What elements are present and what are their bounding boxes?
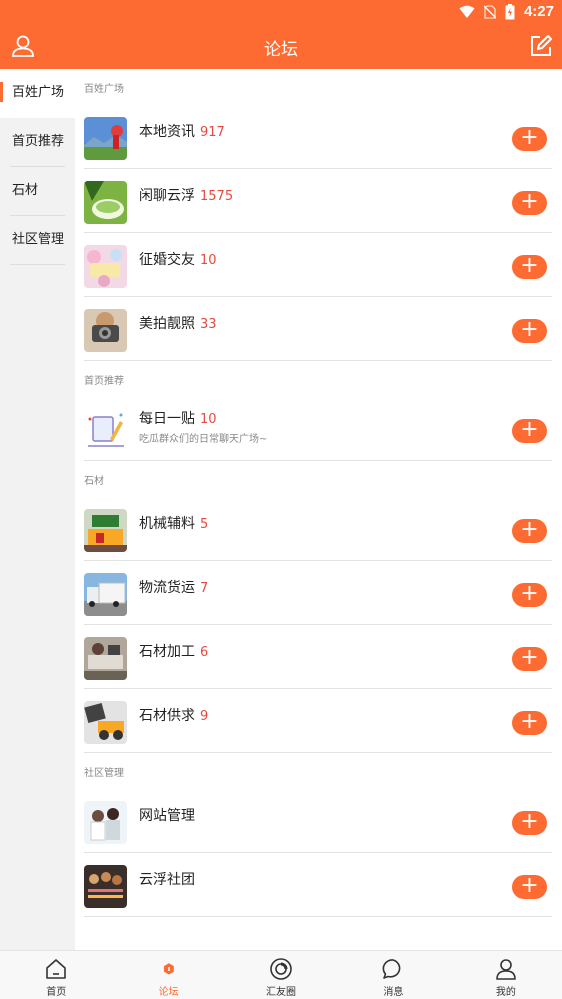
- forum-name: 征婚交友: [139, 252, 195, 268]
- add-forum-button[interactable]: +: [512, 875, 547, 899]
- post-count: 10: [200, 253, 217, 268]
- forum-name: 物流货运: [139, 580, 195, 596]
- add-forum-button[interactable]: +: [512, 127, 547, 151]
- forum-row[interactable]: 机械辅料 5 +: [84, 497, 552, 561]
- status-bar: 4:27: [0, 0, 562, 24]
- forum-name: 闲聊云浮: [139, 188, 195, 204]
- section-title: 首页推荐: [84, 376, 124, 387]
- bottom-navigation: 首页 论坛 汇友圈 消息 我的: [0, 950, 562, 999]
- sidebar-item-label: 首页推荐: [12, 134, 65, 149]
- nav-label: 消息: [383, 987, 404, 998]
- sidebar-item-community-admin[interactable]: 社区管理: [10, 216, 65, 265]
- sidebar-item-label: 石材: [12, 183, 39, 198]
- add-forum-button[interactable]: +: [512, 419, 547, 443]
- forum-thumbnail: [84, 801, 127, 844]
- forum-thumbnail: [84, 117, 127, 160]
- forum-name: 美拍靓照: [139, 316, 195, 332]
- forum-row[interactable]: 本地资讯 917 +: [84, 105, 552, 169]
- status-time: 4:27: [523, 3, 554, 20]
- add-forum-button[interactable]: +: [512, 519, 547, 543]
- forum-thumbnail: [84, 181, 127, 224]
- add-forum-button[interactable]: +: [512, 711, 547, 735]
- post-count: 1575: [200, 189, 234, 204]
- forum-row[interactable]: 美拍靓照 33 +: [84, 297, 552, 361]
- post-count: 9: [200, 709, 209, 724]
- forum-name: 本地资讯: [139, 124, 195, 140]
- nav-moments[interactable]: 汇友圈: [225, 951, 337, 999]
- sidebar-item-homepage-recommend[interactable]: 首页推荐: [10, 118, 65, 167]
- forum-row[interactable]: 征婚交友 10 +: [84, 233, 552, 297]
- forum-row[interactable]: 闲聊云浮 1575 +: [84, 169, 552, 233]
- section-title: 石材: [84, 476, 104, 487]
- section-title: 百姓广场: [84, 84, 124, 95]
- message-icon: [382, 959, 401, 979]
- forum-row[interactable]: 每日一贴 10 吃瓜群众们的日常聊天广场~ +: [84, 397, 552, 461]
- sidebar-item-baixing[interactable]: 百姓广场: [0, 69, 75, 118]
- add-forum-button[interactable]: +: [512, 191, 547, 215]
- edit-icon[interactable]: [529, 34, 553, 58]
- battery-icon: [505, 3, 515, 19]
- nav-label: 汇友圈: [266, 987, 297, 998]
- forum-thumbnail: [84, 309, 127, 352]
- moments-icon: [270, 958, 292, 980]
- nav-forum[interactable]: 论坛: [112, 951, 224, 999]
- forum-name: 每日一贴: [139, 411, 195, 427]
- post-count: 33: [200, 317, 217, 332]
- post-count: 10: [200, 412, 217, 427]
- forum-thumbnail: [84, 701, 127, 744]
- nav-label: 论坛: [158, 987, 179, 998]
- sidebar-item-label: 百姓广场: [12, 85, 65, 100]
- nav-home[interactable]: 首页: [0, 951, 112, 999]
- forum-icon: [163, 963, 174, 975]
- sidebar-item-label: 社区管理: [12, 232, 65, 247]
- sidebar-item-stone[interactable]: 石材: [10, 167, 65, 216]
- category-sidebar: 百姓广场 首页推荐 石材 社区管理: [0, 69, 75, 950]
- forum-name: 石材供求: [139, 708, 195, 724]
- add-forum-button[interactable]: +: [512, 583, 547, 607]
- nav-label: 首页: [46, 987, 67, 998]
- forum-thumbnail: [84, 573, 127, 616]
- forum-thumbnail: [84, 637, 127, 680]
- add-forum-button[interactable]: +: [512, 319, 547, 343]
- post-count: 5: [200, 517, 209, 532]
- forum-thumbnail: [84, 509, 127, 552]
- forum-row[interactable]: 网站管理 +: [84, 789, 552, 853]
- top-app-bar: 论坛: [0, 24, 562, 69]
- post-count: 6: [200, 645, 209, 660]
- forum-name: 网站管理: [139, 808, 195, 824]
- section-title: 社区管理: [84, 768, 124, 779]
- forum-thumbnail: [84, 245, 127, 288]
- forum-thumbnail: [84, 409, 127, 452]
- forum-name: 云浮社团: [139, 872, 195, 888]
- post-count: 7: [200, 581, 209, 596]
- forum-row[interactable]: 云浮社团 +: [84, 853, 552, 917]
- wifi-icon: [459, 5, 475, 18]
- add-forum-button[interactable]: +: [512, 255, 547, 279]
- no-sim-icon: [483, 4, 496, 19]
- page-title: 论坛: [264, 40, 298, 60]
- forum-row[interactable]: 石材供求 9 +: [84, 689, 552, 753]
- nav-profile[interactable]: 我的: [450, 951, 562, 999]
- profile-icon: [496, 959, 516, 980]
- forum-name: 机械辅料: [139, 516, 195, 532]
- forum-thumbnail: [84, 865, 127, 908]
- forum-row[interactable]: 石材加工 6 +: [84, 625, 552, 689]
- add-forum-button[interactable]: +: [512, 647, 547, 671]
- forum-list: 百姓广场 本地资讯 917 + 闲聊云浮 1575 + 征婚交友 10 + 美拍…: [75, 69, 562, 950]
- forum-description: 吃瓜群众们的日常聊天广场~: [139, 434, 268, 445]
- nav-messages[interactable]: 消息: [337, 951, 449, 999]
- forum-row[interactable]: 物流货运 7 +: [84, 561, 552, 625]
- nav-label: 我的: [495, 987, 516, 998]
- add-forum-button[interactable]: +: [512, 811, 547, 835]
- post-count: 917: [200, 125, 225, 140]
- home-icon: [46, 959, 67, 979]
- forum-name: 石材加工: [139, 644, 195, 660]
